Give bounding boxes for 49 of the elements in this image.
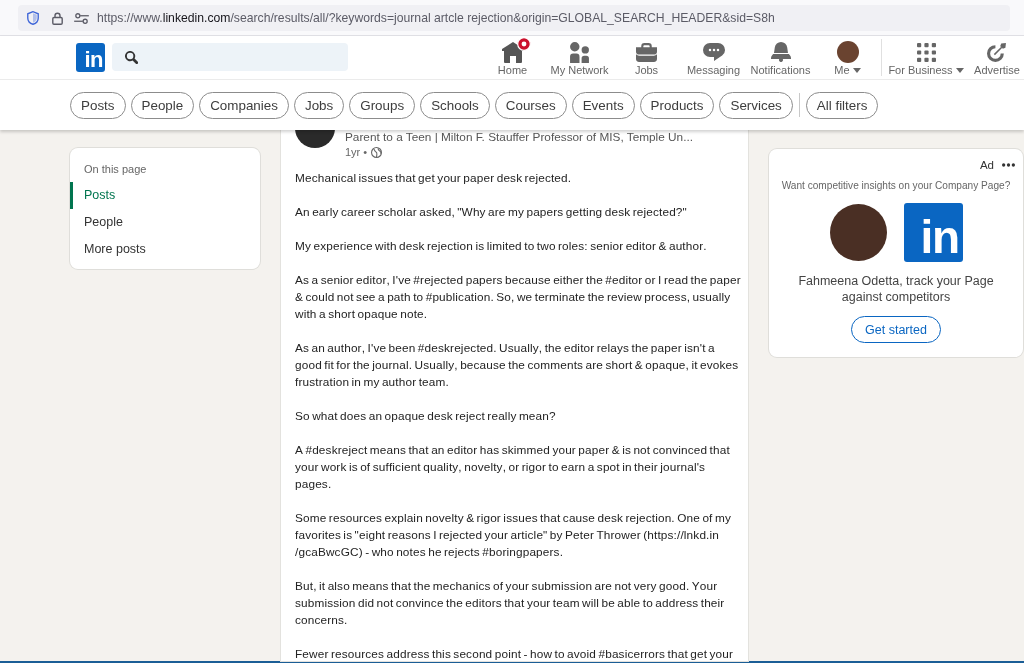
post-paragraph: So what does an opaque desk reject really mean?	[295, 408, 557, 425]
section-link[interactable]: More posts	[70, 236, 260, 263]
post-paragraph: As a senior editor, I've #rejected papers because either the #editor or I read the paper & could not see a path to #publication. So, we terminate the review process, usually with a short opaque note.	[295, 272, 742, 323]
nav-tab[interactable]: Home	[479, 36, 546, 79]
nav-tab[interactable]: Jobs	[613, 36, 680, 79]
post-age: 1yr •	[345, 146, 368, 159]
post-paragraph: Mechanical issues that get your paper desk rejected.	[295, 170, 573, 187]
search-field[interactable]	[112, 43, 348, 71]
sidebar-heading: On this page	[83, 163, 148, 176]
ad-label: Ad	[979, 159, 994, 171]
post-paragraph: Fewer resources address this second point - how to avoid #basicerrors that get your	[295, 646, 735, 661]
author-headline: Parent to a Teen | Milton F. Stauffer Professor of MIS, Temple Un...	[345, 131, 693, 144]
nav-tab[interactable]: For Business	[882, 36, 970, 79]
author-avatar	[295, 130, 335, 148]
lock-icon	[52, 11, 63, 25]
post-paragraph: A #deskreject means that an editor has skimmed your paper & is not convinced that your work is of sufficient quality, novelty, or rigor to earn a spot in their journal's pages.	[295, 442, 731, 493]
post-paragraph: As an author, I've been #deskrejected. Usually, the editor relays the paper isn't a good fit for the journal. Usually, because the comments are short & opaque, it evokes frustration in my author team.	[295, 340, 740, 391]
nav-tab[interactable]: My Network	[546, 36, 613, 79]
nav-tab[interactable]: Notifications	[747, 36, 814, 79]
chat-bubble-icon	[702, 43, 725, 61]
nav-tab[interactable]: Messaging	[680, 36, 747, 79]
filter-button[interactable]: Companies	[199, 91, 289, 119]
profile-avatar	[829, 204, 887, 261]
logo-tile: in	[903, 203, 963, 262]
globe-icon	[371, 147, 383, 158]
section-link[interactable]: People	[70, 209, 260, 236]
search-icon	[125, 50, 138, 64]
url-text: https://www.linkedin.com/search/results/all/?keywords=journal artcle rejection&origin=GLOBAL_SEARCH_HEADER&sid=S8h	[97, 11, 775, 25]
more-icon	[1002, 163, 1015, 167]
sliders-icon	[74, 12, 89, 24]
shield-icon	[27, 11, 39, 25]
post-paragraph: But, it also means that the mechanics of your submission are not very good. Your submission did not convince the editors that your team will be able to address their concerns.	[295, 578, 726, 629]
bell-icon	[770, 42, 791, 62]
ad-message: Fahmeena Odetta, track your Page against competitors	[797, 273, 995, 305]
target-arrow-icon	[987, 42, 1007, 62]
post-paragraph: Some resources explain novelty & rigor issues that cause desk rejection. One of my favorites is "eight reasons I rejected your article" by Peter Thrower (https://lnkd.in /gcaBwcGC) - who notes he rejects #boringpapers.	[295, 510, 732, 561]
people-icon	[570, 41, 589, 63]
site-logo[interactable]: in	[76, 43, 105, 72]
grid-icon	[916, 42, 936, 62]
nav-tab[interactable]: Advertise	[970, 36, 1024, 79]
profile-avatar	[836, 41, 859, 63]
post-paragraph: An early career scholar asked, "Why are my papers getting desk rejected?"	[295, 204, 688, 221]
briefcase-icon	[636, 42, 657, 62]
ad-prompt: Want competitive insights on your Company Page?	[781, 180, 1011, 192]
address-bar[interactable]: https://www.linkedin.com/search/results/all/?keywords=journal artcle rejection&origin=GLOBAL_SEARCH_HEADER&sid=S8h	[18, 5, 1010, 31]
post-paragraph: My experience with desk rejection is limited to two roles: senior editor & author.	[295, 238, 708, 255]
house-icon	[501, 41, 524, 63]
nav-tab[interactable]: Me	[814, 36, 881, 79]
section-link[interactable]: Posts	[70, 182, 260, 209]
